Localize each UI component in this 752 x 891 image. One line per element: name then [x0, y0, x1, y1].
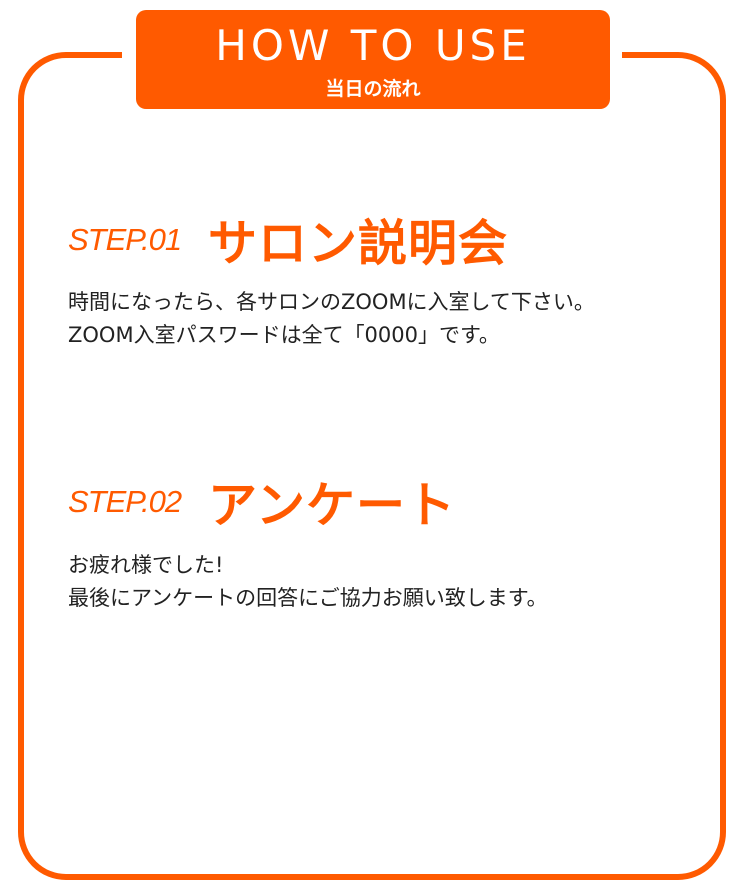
step-1-heading: STEP.01 サロン説明会	[68, 204, 508, 275]
step-1-body: 時間になったら、各サロンのZOOMに入室して下さい。 ZOOM入室パスワードは全…	[68, 286, 595, 352]
step-1-line-2: ZOOM入室パスワードは全て「0000」です。	[68, 323, 500, 347]
header-subtitle: 当日の流れ	[325, 78, 421, 100]
step-2-line-2: 最後にアンケートの回答にご協力お願い致します。	[68, 586, 548, 610]
step-1-label: STEP.01	[68, 221, 182, 257]
step-2-body: お疲れ様でした! 最後にアンケートの回答にご協力お願い致します。	[68, 549, 548, 615]
step-2-line-1: お疲れ様でした!	[68, 553, 224, 577]
step-2-title: アンケート	[208, 477, 457, 534]
step-1-line-1: 時間になったら、各サロンのZOOMに入室して下さい。	[68, 290, 595, 314]
step-1-title: サロン説明会	[208, 215, 509, 272]
header-tab: HOW TO USE 当日の流れ	[136, 10, 610, 109]
header-title: HOW TO USE	[215, 21, 531, 70]
step-2-label: STEP.02	[68, 483, 182, 519]
step-2-heading: STEP.02 アンケート	[68, 466, 456, 537]
